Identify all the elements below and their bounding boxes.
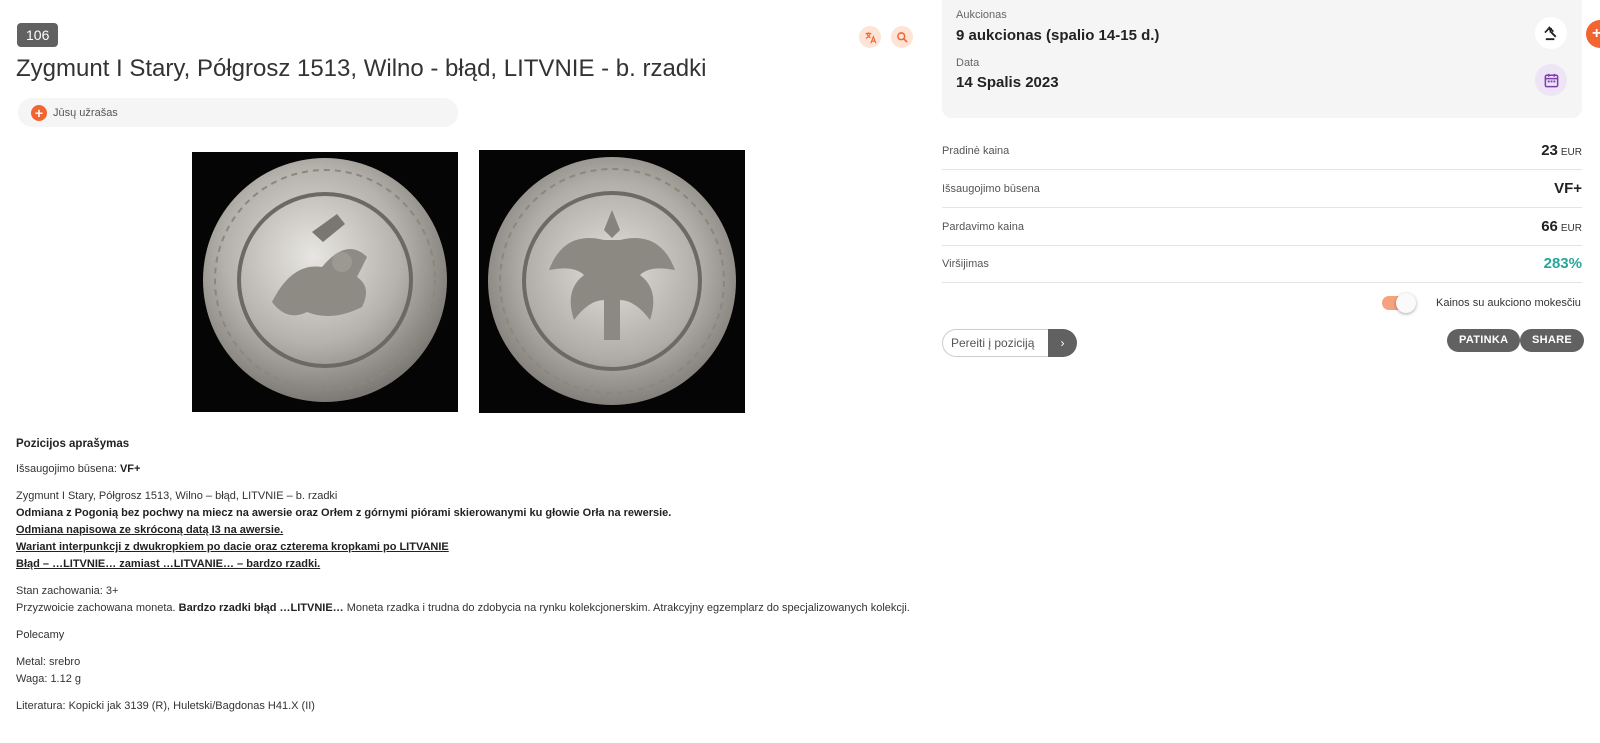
price-currency: EUR	[1560, 147, 1582, 158]
para-end: Moneta rzadka i trudna do zdobycia na ry…	[346, 602, 910, 614]
literature-line: Literatura: Kopicki jak 3139 (R), Hulets…	[16, 700, 315, 712]
translate-icon[interactable]	[859, 26, 881, 48]
chevron-right-icon[interactable]: ›	[1048, 329, 1077, 357]
note-label: Jūsų užrašas	[53, 106, 118, 119]
price-row: Pradinė kaina 23 EUR	[942, 132, 1582, 170]
note-field[interactable]: + Jūsų užrašas	[18, 98, 458, 127]
share-button[interactable]: SHARE	[1520, 329, 1585, 352]
date-label: Data	[956, 57, 980, 69]
auction-value[interactable]: 9 aukcionas (spalio 14-15 d.)	[956, 27, 1159, 44]
description-heading: Pozicijos aprašymas	[16, 438, 130, 450]
condition-line: Išsaugojimo būsena: VF+	[16, 461, 926, 478]
price-value: 283%	[1543, 255, 1582, 272]
lot-tools	[859, 26, 913, 48]
lot-description: Pozicijos aprašymas Išsaugojimo būsena: …	[16, 436, 926, 725]
goto-position: ›	[942, 329, 1077, 357]
lot-number-badge: 106	[17, 23, 59, 47]
coin-obverse-image[interactable]	[192, 152, 458, 412]
lot-title: Zygmunt I Stary, Półgrosz 1513, Wilno - …	[16, 55, 707, 82]
weight-line: Waga: 1.12 g	[16, 673, 82, 685]
coin-reverse-image[interactable]	[479, 150, 745, 413]
fee-toggle-row: Kainos su aukciono mokesčiu	[1382, 293, 1581, 313]
condition-label: Išsaugojimo būsena:	[16, 463, 117, 475]
condition-value: VF+	[119, 463, 141, 475]
state-block: Stan zachowania: 3+ Przyzwoicie zachowan…	[16, 583, 926, 617]
calendar-icon[interactable]	[1535, 64, 1567, 96]
price-amount: 66	[1541, 218, 1558, 235]
plus-icon[interactable]: +	[31, 104, 47, 121]
variant-bold: Odmiana z Pogonią bez pochwy na miecz na…	[16, 507, 672, 519]
price-label: Pardavimo kaina	[942, 220, 1024, 233]
variant-underline-3: Błąd – …LITVNIE… zamiast …LITVANIE… – ba…	[16, 558, 321, 570]
goto-input[interactable]	[942, 329, 1048, 357]
price-row: Pardavimo kaina 66 EUR	[942, 208, 1582, 246]
auction-info-card: Aukcionas 9 aukcionas (spalio 14-15 d.) …	[942, 0, 1582, 118]
price-amount: 23	[1541, 142, 1558, 159]
para-bold: Bardzo rzadki błąd …LITVNIE…	[178, 602, 344, 614]
like-button[interactable]: PATINKA	[1447, 329, 1521, 352]
search-icon[interactable]	[891, 26, 913, 48]
recommend-line: Polecamy	[16, 629, 65, 641]
toggle-label: Kainos su aukciono mokesčiu	[1436, 297, 1581, 309]
variant-underline-2: Wariant interpunkcji z dwukropkiem po da…	[16, 541, 449, 553]
price-label: Pradinė kaina	[942, 144, 1010, 157]
price-row: Išsaugojimo būsena VF+	[942, 170, 1582, 208]
toggle-knob[interactable]	[1396, 293, 1416, 313]
metal-line: Metal: srebro	[16, 656, 81, 668]
price-value: 23 EUR	[1541, 142, 1582, 159]
para-start: Przyzwoicie zachowana moneta.	[16, 602, 176, 614]
price-value: VF+	[1554, 180, 1582, 197]
date-value: 14 Spalis 2023	[956, 74, 1059, 91]
plus-icon[interactable]: +	[1586, 20, 1600, 48]
auction-label: Aukcionas	[956, 9, 1007, 21]
variant-block: Zygmunt I Stary, Półgrosz 1513, Wilno – …	[16, 488, 926, 573]
variant-title: Zygmunt I Stary, Półgrosz 1513, Wilno – …	[16, 490, 338, 502]
gavel-icon[interactable]	[1535, 17, 1567, 49]
price-label: Viršijimas	[942, 257, 989, 270]
lot-sidebar: Aukcionas 9 aukcionas (spalio 14-15 d.) …	[942, 0, 1600, 743]
lot-main: 106 Zygmunt I Stary, Półgrosz 1513, Wiln…	[0, 0, 935, 743]
price-value: 66 EUR	[1541, 218, 1582, 235]
state-line: Stan zachowania: 3+	[16, 585, 119, 597]
price-currency: EUR	[1560, 223, 1582, 234]
price-label: Išsaugojimo būsena	[942, 182, 1040, 195]
fee-toggle[interactable]	[1382, 293, 1416, 313]
variant-underline-1: Odmiana napisowa ze skróconą datą I3 na …	[16, 524, 284, 536]
metal-block: Metal: srebro Waga: 1.12 g	[16, 654, 926, 688]
price-row: Viršijimas 283%	[942, 245, 1582, 283]
